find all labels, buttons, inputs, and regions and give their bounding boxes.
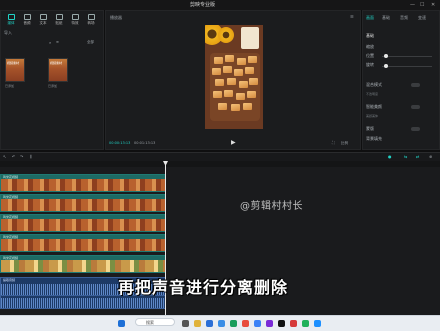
tab-transition-label: 转场 xyxy=(87,21,95,25)
row-background: 背景填充 xyxy=(366,136,382,141)
effects-icon xyxy=(71,14,79,20)
sticker-icon xyxy=(55,14,63,20)
title-bar: 剪映专业版 — ☐ ✕ xyxy=(0,0,440,10)
transition-icon xyxy=(87,14,95,20)
row-mask: 蒙版 xyxy=(366,126,374,131)
mic-icon[interactable]: ● xyxy=(388,154,392,159)
play-icon[interactable]: ▶ xyxy=(231,139,236,146)
edge-icon[interactable] xyxy=(230,320,237,327)
video-preview[interactable] xyxy=(205,25,263,129)
sunflower-image xyxy=(218,27,234,43)
media-thumbnail-2[interactable]: 视频素材 xyxy=(48,58,68,82)
snap-icon[interactable]: ⇆ xyxy=(404,154,407,159)
audio-icon xyxy=(23,14,31,20)
tab-sticker[interactable]: 贴纸 xyxy=(51,14,67,26)
thumbnail-caption: 视频素材 xyxy=(50,61,63,65)
blend-toggle[interactable] xyxy=(411,83,420,87)
chrome-icon[interactable] xyxy=(254,320,261,327)
tab-effects[interactable]: 特效 xyxy=(67,14,83,26)
total-duration: 00:01:13:13 xyxy=(134,141,156,145)
row-smart-beauty: 智能美颜 xyxy=(366,104,382,109)
tab-transition[interactable]: 转场 xyxy=(83,14,99,26)
thumbnail-caption: 视频素材 xyxy=(7,61,20,65)
search-icon[interactable]: ⌕ xyxy=(49,40,51,45)
mask-toggle[interactable] xyxy=(411,127,420,131)
video-track[interactable]: 鸡米花视频 xyxy=(0,234,166,252)
tab-media-label: 媒体 xyxy=(7,21,15,25)
close-icon[interactable]: ✕ xyxy=(431,2,435,8)
app-icon[interactable] xyxy=(266,320,273,327)
subtitle-text: 再把声音进行分离删除 xyxy=(118,278,289,297)
player-menu-icon[interactable]: ☰ xyxy=(350,14,354,19)
smart-beauty-toggle[interactable] xyxy=(411,105,420,109)
tab-audio-inspector[interactable]: 音频 xyxy=(400,15,408,21)
fullscreen-icon[interactable]: ⛶ xyxy=(332,140,335,145)
audio-clip-name: 提取音频 xyxy=(3,278,16,282)
cup-image xyxy=(241,27,259,49)
tab-basic[interactable]: 基础 xyxy=(382,15,390,21)
row-blend: 混合模式 xyxy=(366,82,382,87)
taskbar-search-label: 搜索 xyxy=(146,320,154,325)
capcut-icon[interactable] xyxy=(278,320,285,327)
start-icon[interactable] xyxy=(118,320,125,327)
row-rotate: 旋转 xyxy=(366,62,374,67)
tab-text[interactable]: 文本 xyxy=(35,14,51,26)
media-icon xyxy=(7,14,15,20)
store-icon[interactable] xyxy=(206,320,213,327)
video-track[interactable]: 鸡米花视频 xyxy=(0,194,166,212)
thumbnail-label: 已添加 xyxy=(5,84,15,88)
player-title: 播放器 xyxy=(110,15,122,20)
text-icon xyxy=(39,14,47,20)
redo-icon[interactable]: ↷ xyxy=(20,154,23,159)
video-track[interactable]: 鸡米花视频 xyxy=(0,255,166,273)
tab-audio[interactable]: 音频 xyxy=(19,14,35,26)
row-opacity: 不透明度 xyxy=(366,92,379,96)
zoom-icon[interactable]: ⊕ xyxy=(429,154,432,159)
player-controls: 00:00:13:13 00:01:13:13 ▶ ⛶ 比例 xyxy=(108,139,358,148)
position-slider[interactable] xyxy=(382,54,432,58)
wechat-icon[interactable] xyxy=(302,320,309,327)
tab-picture[interactable]: 画面 xyxy=(366,15,374,21)
tab-speed[interactable]: 变速 xyxy=(418,15,426,21)
tab-sticker-label: 贴纸 xyxy=(55,21,63,25)
minimize-icon[interactable]: — xyxy=(410,2,415,8)
row-scale: 缩放 xyxy=(366,44,374,49)
sort-button[interactable]: ≡ xyxy=(56,40,59,44)
video-track[interactable]: 鸡米花视频 xyxy=(0,214,166,232)
app-icon[interactable] xyxy=(314,320,321,327)
section-basic: 基础 xyxy=(366,33,374,38)
taskbar-search[interactable]: 搜索 xyxy=(135,318,175,326)
app-icon[interactable] xyxy=(290,320,297,327)
media-thumbnail-1[interactable]: 视频素材 xyxy=(5,58,25,82)
link-icon[interactable]: ⇄ xyxy=(416,154,419,159)
tab-audio-label: 音频 xyxy=(23,21,31,25)
row-beauty-body: 美颜美体 xyxy=(366,114,379,118)
food-plate xyxy=(210,53,260,121)
current-timecode: 00:00:13:13 xyxy=(109,141,131,145)
maximize-icon[interactable]: ☐ xyxy=(420,2,424,8)
file-explorer-icon[interactable] xyxy=(194,320,201,327)
taskbar xyxy=(0,315,440,331)
rotate-slider[interactable] xyxy=(382,64,432,68)
row-position: 位置 xyxy=(366,53,374,58)
video-track[interactable]: 鸡米花视频 xyxy=(0,174,166,192)
filter-dropdown[interactable]: 全部 xyxy=(87,40,94,45)
select-tool-icon[interactable]: ↖ xyxy=(3,154,6,159)
media-panel: 媒体 音频 文本 贴纸 特效 转场 导入 ⌕ ≡ 全部 视频素材 视频素材 已添… xyxy=(0,10,104,150)
split-icon[interactable]: ⫼ xyxy=(30,154,32,159)
tab-effects-label: 特效 xyxy=(71,21,79,25)
window-title: 剪映专业版 xyxy=(190,2,216,8)
undo-icon[interactable]: ↶ xyxy=(12,154,15,159)
thumbnail-label: 已添加 xyxy=(48,84,58,88)
watermark-text: @剪辑村村长 xyxy=(240,201,303,212)
import-button[interactable]: 导入 xyxy=(4,30,12,36)
app-icon[interactable] xyxy=(242,320,249,327)
mail-icon[interactable] xyxy=(218,320,225,327)
ratio-button[interactable]: 比例 xyxy=(341,141,348,146)
tab-media[interactable]: 媒体 xyxy=(3,14,19,26)
tab-text-label: 文本 xyxy=(39,21,47,25)
task-view-icon[interactable] xyxy=(182,320,189,327)
